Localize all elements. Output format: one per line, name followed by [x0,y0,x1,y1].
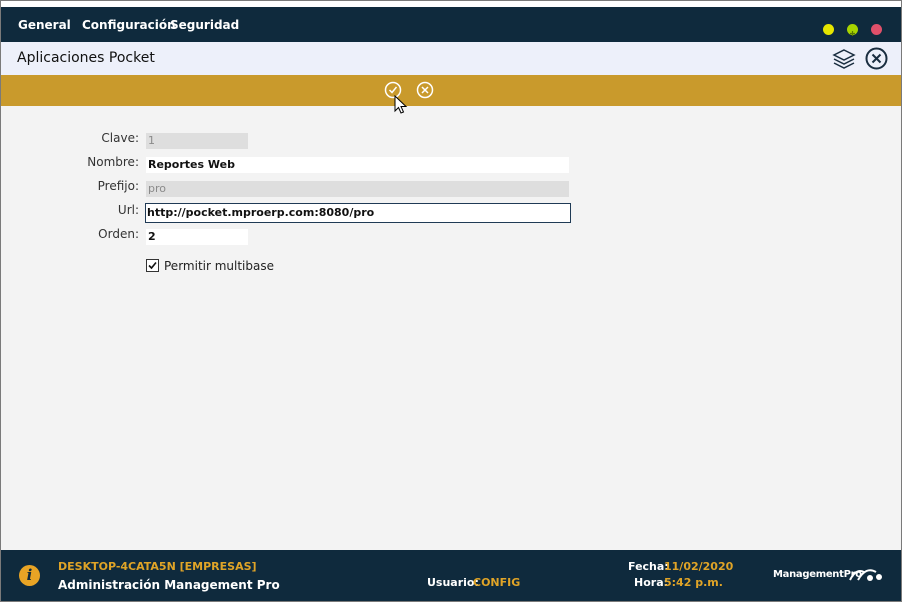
prefijo-field[interactable]: pro [146,181,569,197]
clave-field[interactable]: 1 [146,133,248,149]
app-window: General Configuración Seguridad Aplicaci… [0,0,902,602]
clave-label: Clave: [101,131,139,145]
layers-icon[interactable] [832,48,856,70]
multibase-checkbox[interactable] [146,259,159,272]
page-header: Aplicaciones Pocket [1,42,901,75]
multibase-label: Permitir multibase [164,259,274,273]
menu-item-general[interactable]: General [18,7,71,42]
maximize-button[interactable] [847,24,858,36]
menu-item-seguridad[interactable]: Seguridad [170,7,239,42]
minimize-button[interactable] [823,24,834,35]
fecha-label: Fecha: [628,560,669,573]
menu-bar: General Configuración Seguridad [1,7,901,42]
mouse-pointer-icon [394,95,408,114]
prefijo-label: Prefijo: [97,179,139,193]
close-window-button[interactable] [871,24,882,35]
status-bar: i DESKTOP-4CATA5N [EMPRESAS] Administrac… [1,550,901,601]
menu-item-configuracion[interactable]: Configuración [82,7,176,42]
action-toolbar [1,75,901,106]
plus-icon [850,31,855,36]
machine-name: DESKTOP-4CATA5N [EMPRESAS] [58,560,257,573]
close-circle-icon[interactable] [865,47,888,70]
checkmark-icon [148,261,157,270]
app-name: Administración Management Pro [58,578,280,592]
nombre-field[interactable]: Reportes Web [146,157,569,173]
x-circle-icon[interactable] [416,81,434,99]
brand-logo-icon [849,569,882,581]
hora-label: Hora: [634,576,669,589]
url-field[interactable]: http://pocket.mproerp.com:8080/pro [145,203,571,223]
url-label: Url: [117,203,139,217]
usuario-value: CONFIG [473,576,521,589]
orden-field[interactable]: 2 [146,229,248,245]
info-icon: i [19,565,40,586]
fecha-value: 11/02/2020 [664,560,734,573]
page-title: Aplicaciones Pocket [17,50,155,66]
orden-label: Orden: [98,227,139,241]
usuario-label: Usuario: [427,576,479,589]
hora-value: 5:42 p.m. [664,576,723,589]
nombre-label: Nombre: [87,155,139,169]
